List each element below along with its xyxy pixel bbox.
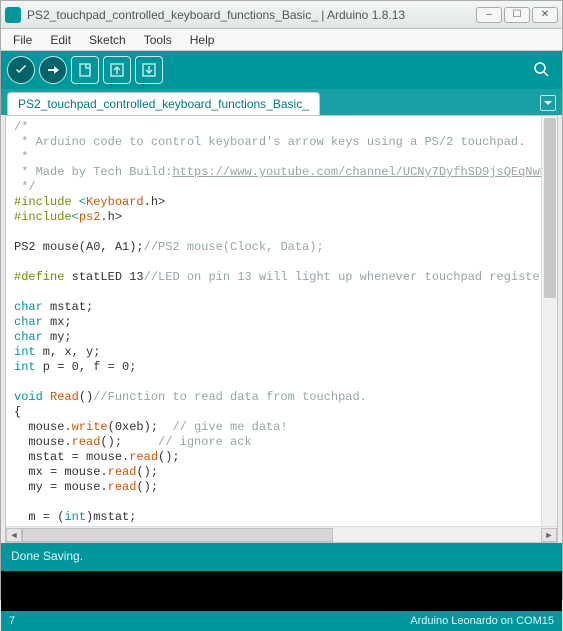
- tab-bar: PS2_touchpad_controlled_keyboard_functio…: [1, 89, 562, 115]
- code-editor[interactable]: /* * Arduino code to control keyboard's …: [6, 116, 557, 542]
- code-line: PS2 mouse(A0, A1);//PS2 mouse(Clock, Dat…: [14, 240, 324, 254]
- window-controls: – ☐ ✕: [476, 7, 558, 23]
- arrow-up-icon: [108, 61, 126, 79]
- scroll-left-button[interactable]: ◄: [6, 528, 22, 542]
- window-title: PS2_touchpad_controlled_keyboard_functio…: [27, 8, 476, 22]
- chevron-down-icon: [544, 99, 552, 107]
- code-line: {: [14, 405, 21, 419]
- horizontal-scroll-track[interactable]: [22, 528, 541, 542]
- board-port-label: Arduino Leonardo on COM15: [410, 615, 554, 627]
- code-line: /*: [14, 120, 28, 134]
- code-line: mstat = mouse.read();: [14, 450, 180, 464]
- magnifier-icon: [533, 61, 551, 79]
- code-line: void Read()//Function to read data from …: [14, 390, 367, 404]
- horizontal-scroll-thumb[interactable]: [22, 528, 333, 542]
- vertical-scroll-thumb[interactable]: [544, 118, 556, 298]
- code-line: int p = 0, f = 0;: [14, 360, 136, 374]
- code-line: char mx;: [14, 315, 72, 329]
- check-icon: [14, 63, 28, 77]
- toolbar: [1, 51, 562, 89]
- save-sketch-button[interactable]: [135, 56, 163, 84]
- new-file-icon: [76, 61, 94, 79]
- sketch-tab[interactable]: PS2_touchpad_controlled_keyboard_functio…: [7, 92, 320, 115]
- arduino-app-icon: [5, 7, 21, 23]
- code-line: * Arduino code to control keyboard's arr…: [14, 135, 525, 149]
- status-bar: Done Saving.: [1, 543, 562, 571]
- upload-button[interactable]: [39, 56, 67, 84]
- code-line: *: [14, 150, 28, 164]
- open-sketch-button[interactable]: [103, 56, 131, 84]
- minimize-button[interactable]: –: [476, 7, 502, 23]
- menu-file[interactable]: File: [5, 31, 40, 49]
- maximize-button[interactable]: ☐: [504, 7, 530, 23]
- code-line: #include<ps2.h>: [14, 210, 122, 224]
- code-line: mouse.write(0xeb); // give me data!: [14, 420, 288, 434]
- code-line: mouse.read(); // ignore ack: [14, 435, 252, 449]
- verify-button[interactable]: [7, 56, 35, 84]
- code-line: m = (int)mstat;: [14, 510, 136, 524]
- arrow-right-icon: [46, 63, 60, 77]
- menu-bar: File Edit Sketch Tools Help: [1, 29, 562, 51]
- code-line: char my;: [14, 330, 72, 344]
- window-titlebar: PS2_touchpad_controlled_keyboard_functio…: [1, 1, 562, 29]
- arrow-down-icon: [140, 61, 158, 79]
- line-number: 7: [9, 615, 15, 627]
- new-sketch-button[interactable]: [71, 56, 99, 84]
- code-line: */: [14, 180, 36, 194]
- menu-edit[interactable]: Edit: [42, 31, 79, 49]
- status-message: Done Saving.: [11, 549, 83, 563]
- code-line: mx = mouse.read();: [14, 465, 158, 479]
- footer-bar: 7 Arduino Leonardo on COM15: [1, 611, 562, 631]
- code-line: #define statLED 13//LED on pin 13 will l…: [14, 270, 557, 284]
- code-line: * Made by Tech Build:https://www.youtube…: [14, 165, 557, 179]
- code-line: #include <Keyboard.h>: [14, 195, 165, 209]
- menu-help[interactable]: Help: [182, 31, 223, 49]
- code-line: int m, x, y;: [14, 345, 100, 359]
- tab-menu-button[interactable]: [540, 95, 556, 111]
- scroll-right-button[interactable]: ►: [541, 528, 557, 542]
- output-console[interactable]: [1, 571, 562, 611]
- code-line: my = mouse.read();: [14, 480, 158, 494]
- serial-monitor-button[interactable]: [528, 56, 556, 84]
- menu-sketch[interactable]: Sketch: [81, 31, 134, 49]
- menu-tools[interactable]: Tools: [136, 31, 180, 49]
- vertical-scrollbar[interactable]: [541, 116, 557, 526]
- editor-area: /* * Arduino code to control keyboard's …: [5, 115, 558, 543]
- horizontal-scrollbar[interactable]: ◄ ►: [6, 526, 557, 542]
- close-button[interactable]: ✕: [532, 7, 558, 23]
- code-line: char mstat;: [14, 300, 93, 314]
